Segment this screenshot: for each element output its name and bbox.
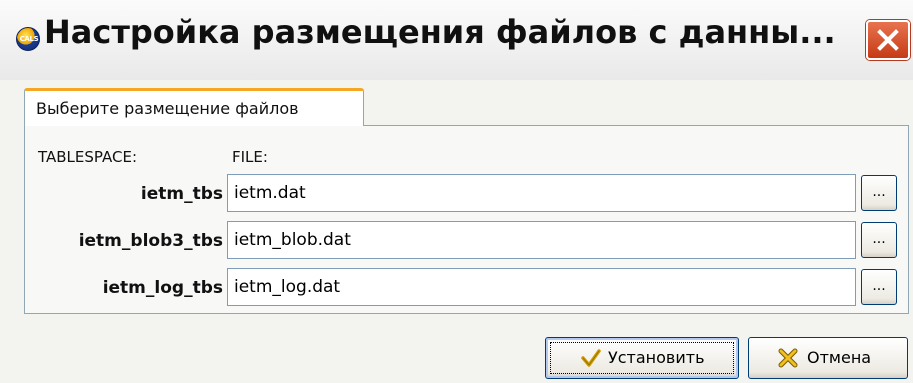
file-input-ietm-blob3-tbs[interactable]	[228, 222, 855, 258]
title-bar[interactable]: CALS Настройка размещения файлов с данны…	[0, 0, 913, 80]
cals-logo-icon: CALS	[16, 27, 40, 51]
cancel-button-label: Отмена	[807, 348, 872, 367]
browse-button-ietm-tbs[interactable]: ...	[861, 175, 897, 211]
file-field-ietm-log-tbs[interactable]	[227, 268, 856, 306]
tab-file-placement[interactable]: Выберите размещение файлов	[24, 88, 364, 126]
cancel-button[interactable]: Отмена	[748, 337, 908, 379]
app-icon-text: CALS	[19, 35, 39, 43]
dialog-window: CALS Настройка размещения файлов с данны…	[0, 0, 913, 383]
tablespace-label-ietm-log-tbs: ietm_log_tbs	[102, 278, 223, 298]
cross-icon	[778, 348, 798, 368]
install-button-label: Установить	[608, 348, 705, 367]
tablespace-label-ietm-blob3-tbs: ietm_blob3_tbs	[78, 231, 223, 251]
tab-label: Выберите размещение файлов	[36, 99, 299, 118]
close-button[interactable]	[866, 20, 910, 60]
file-field-ietm-blob3-tbs[interactable]	[227, 221, 856, 259]
file-field-ietm-tbs[interactable]	[227, 174, 856, 212]
file-input-ietm-log-tbs[interactable]	[228, 269, 855, 305]
tablespace-column-header: TABLESPACE:	[38, 148, 137, 166]
tablespace-label-ietm-tbs: ietm_tbs	[140, 184, 223, 204]
browse-button-ietm-log-tbs[interactable]: ...	[861, 269, 897, 305]
browse-button-ietm-blob3-tbs[interactable]: ...	[861, 222, 897, 258]
file-column-header: FILE:	[232, 148, 268, 166]
close-icon	[877, 29, 899, 51]
checkmark-icon	[581, 349, 601, 367]
window-title: Настройка размещения файлов с данны...	[44, 13, 836, 51]
file-input-ietm-tbs[interactable]	[228, 175, 855, 211]
install-button[interactable]: Установить	[545, 337, 739, 379]
